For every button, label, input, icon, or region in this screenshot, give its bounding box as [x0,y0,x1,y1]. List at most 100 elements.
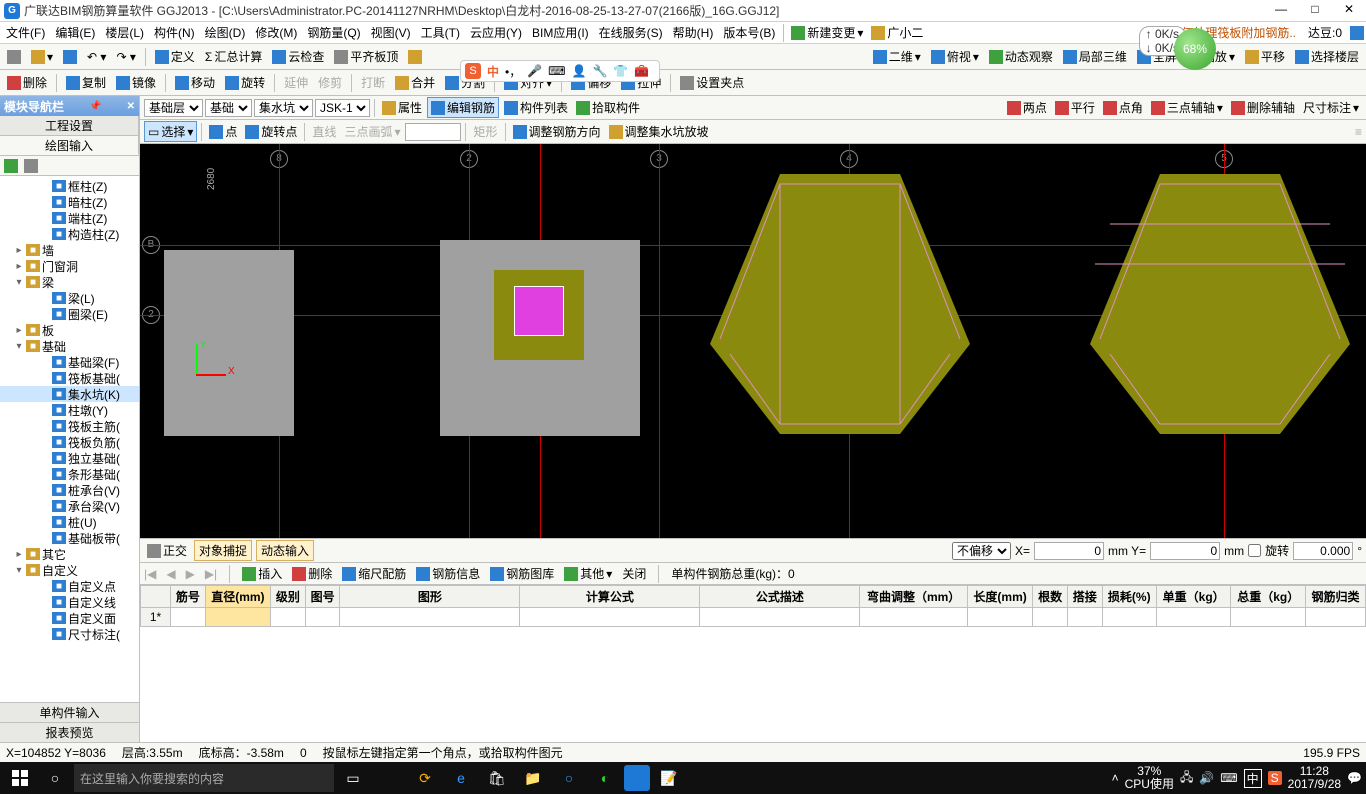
dimension-button[interactable]: 尺寸标注 ▾ [1300,98,1362,117]
col-header[interactable]: 计算公式 [520,586,700,608]
col-header[interactable]: 直径(mm) [205,586,270,608]
accel-ball[interactable]: 68% [1174,28,1216,70]
menu-rebar[interactable]: 钢筋量(Q) [303,24,364,41]
app-360-icon[interactable] [372,764,406,792]
category-select[interactable]: 基础 [205,99,252,117]
member-select[interactable]: JSK-1 [315,99,370,117]
rebar-lib-button[interactable]: 钢筋图库 [490,565,554,582]
sum-button[interactable]: Σ 汇总计算 [202,47,265,66]
network-icon[interactable]: 🖧 [1180,768,1193,789]
x-input[interactable]: 0 [1034,542,1104,560]
sogou-tray-icon[interactable]: S [1268,771,1282,785]
rot-point-button[interactable]: 旋转点 [242,122,300,141]
ime-toolbar[interactable]: S 中 •， 🎤 ⌨ 👤 🔧 👕 🧰 [460,60,660,82]
tab-draw-input[interactable]: 绘图输入 [0,136,139,155]
arc-input[interactable] [405,123,461,141]
save-button[interactable] [60,49,80,65]
delete-button[interactable]: 删除 [4,73,50,92]
ime-lang[interactable]: 中 [487,63,499,80]
close-button[interactable]: ✕ [1336,2,1362,20]
rebar-info-button[interactable]: 钢筋信息 [416,565,480,582]
explorer-icon[interactable]: 📁 [516,764,550,792]
tree-item[interactable]: ■筏板主筋( [0,418,139,434]
sump-slope-button[interactable]: 调整集水坑放坡 [606,122,712,141]
undo-button[interactable]: ↶ ▾ [84,49,109,65]
select-tool-button[interactable]: ▭ 选择 ▾ [144,121,197,142]
tree-item[interactable]: ■独立基础( [0,450,139,466]
menu-tool[interactable]: 工具(T) [417,24,464,41]
move-button[interactable]: 移动 [172,73,218,92]
tree-item[interactable]: ▾■梁 [0,274,139,290]
rect-button[interactable]: 矩形 [470,122,500,141]
person-icon[interactable]: 👤 [572,64,587,78]
extend-button[interactable]: 延伸 [281,73,311,92]
menu-draw[interactable]: 绘图(D) [201,24,250,41]
delete-aux-button[interactable]: 删除辅轴 [1228,98,1298,117]
bell-icon[interactable] [1350,26,1364,40]
col-header[interactable] [141,586,171,608]
pan-button[interactable]: 平移 [1242,47,1288,66]
ortho-toggle[interactable]: 正交 [144,541,190,560]
point-angle-button[interactable]: 点角 [1100,98,1146,117]
insert-button[interactable]: 插入 [242,565,282,582]
minus-small-icon[interactable] [24,159,38,173]
new-file-button[interactable] [4,49,24,65]
tree-item[interactable]: ■自定义点 [0,578,139,594]
cortana-icon[interactable]: ○ [38,764,72,792]
menu-online[interactable]: 在线服务(S) [595,24,667,41]
keyboard-tray-icon[interactable]: ⌨ [1220,771,1237,785]
view-2d-button[interactable]: 二维 ▾ [870,47,924,66]
col-header[interactable]: 损耗(%) [1102,586,1156,608]
close-panel-button[interactable]: 关闭 [622,565,646,582]
copy-button[interactable]: 复制 [63,73,109,92]
type-select[interactable]: 集水坑 [254,99,313,117]
rotate-input[interactable]: 0.000 [1293,542,1353,560]
delete-row-button[interactable]: 删除 [292,565,332,582]
view-top-button[interactable]: 俯视 ▾ [928,47,982,66]
tree-item[interactable]: ■集水坑(K) [0,386,139,402]
tree-item[interactable]: ■条形基础( [0,466,139,482]
point-tool-button[interactable]: 点 [206,122,240,141]
menu-floor[interactable]: 楼层(L) [101,24,148,41]
redo-button[interactable]: ↷ ▾ [113,49,138,65]
tree-item[interactable]: ■桩(U) [0,514,139,530]
backup-icon[interactable]: ⟳ [408,764,442,792]
plus-small-icon[interactable] [4,159,18,173]
tree-item[interactable]: ■尺寸标注( [0,626,139,642]
toolbox-icon[interactable]: 🧰 [634,64,649,78]
mic-icon[interactable]: 🎤 [527,64,542,78]
col-header[interactable]: 级别 [271,586,306,608]
tree-item[interactable]: ▾■自定义 [0,562,139,578]
member-list-button[interactable]: 构件列表 [501,98,571,117]
rotate-button[interactable]: 旋转 [222,73,268,92]
app-360se-icon[interactable]: ◐ [588,764,622,792]
tree-item[interactable]: ▾■基础 [0,338,139,354]
tree-item[interactable]: ■筏板基础( [0,370,139,386]
trim-button[interactable]: 修剪 [315,73,345,92]
menu-cloud[interactable]: 云应用(Y) [466,24,526,41]
maximize-button[interactable]: □ [1302,2,1328,20]
offset-mode-select[interactable]: 不偏移 [952,542,1011,560]
menu-version[interactable]: 版本号(B) [719,24,779,41]
tree-item[interactable]: ■框柱(Z) [0,178,139,194]
arc3-button[interactable]: 三点画弧 ▾ [341,122,403,141]
tree-item[interactable]: ■柱墩(Y) [0,402,139,418]
member-tree[interactable]: ■框柱(Z)■暗柱(Z)■端柱(Z)■构造柱(Z)▸■墙▸■门窗洞▾■梁■梁(L… [0,176,139,702]
scale-rebar-button[interactable]: 缩尺配筋 [342,565,406,582]
tree-item[interactable]: ▸■墙 [0,242,139,258]
skin-icon[interactable]: 👕 [613,64,628,78]
lock-button[interactable] [405,49,425,65]
line-button[interactable]: 直线 [309,122,339,141]
parallel-button[interactable]: 平行 [1052,98,1098,117]
break-button[interactable]: 打断 [358,73,388,92]
taskview-icon[interactable]: ▭ [336,764,370,792]
tree-item[interactable]: ▸■其它 [0,546,139,562]
start-button[interactable] [4,764,36,792]
col-header[interactable]: 总重（kg） [1231,586,1306,608]
other-button[interactable]: 其他 ▾ [564,565,612,582]
edge-icon[interactable]: e [444,764,478,792]
col-header[interactable]: 图号 [305,586,340,608]
single-member-button[interactable]: 单构件输入 [0,702,139,722]
col-header[interactable]: 公式描述 [700,586,860,608]
tab-project-setting[interactable]: 工程设置 [0,116,139,135]
